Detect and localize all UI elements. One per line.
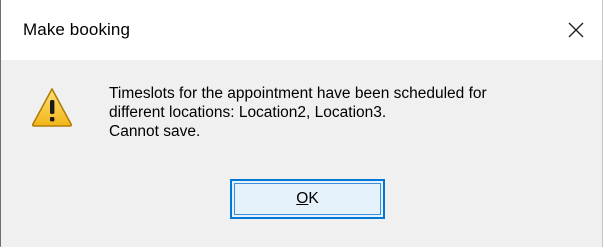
dialog-title: Make booking bbox=[23, 20, 131, 39]
ok-label-rest: K bbox=[308, 190, 319, 207]
title-bar: Make booking bbox=[1, 0, 602, 60]
message-line: Cannot save. bbox=[109, 123, 201, 140]
message-line: Timeslots for the appointment have been … bbox=[109, 85, 487, 102]
warning-icon bbox=[31, 88, 73, 127]
ok-button[interactable]: OK bbox=[230, 179, 385, 219]
message-dialog: Make booking Timeslots for the appointme… bbox=[0, 0, 603, 247]
dialog-body: Timeslots for the appointment have been … bbox=[1, 60, 602, 247]
message-text: Timeslots for the appointment have been … bbox=[109, 84, 579, 141]
ok-mnemonic: O bbox=[296, 190, 309, 207]
ok-button-label: OK bbox=[296, 190, 318, 208]
close-button[interactable] bbox=[550, 0, 602, 60]
message-line: different locations: Location2, Location… bbox=[109, 104, 387, 121]
close-icon bbox=[568, 22, 584, 38]
